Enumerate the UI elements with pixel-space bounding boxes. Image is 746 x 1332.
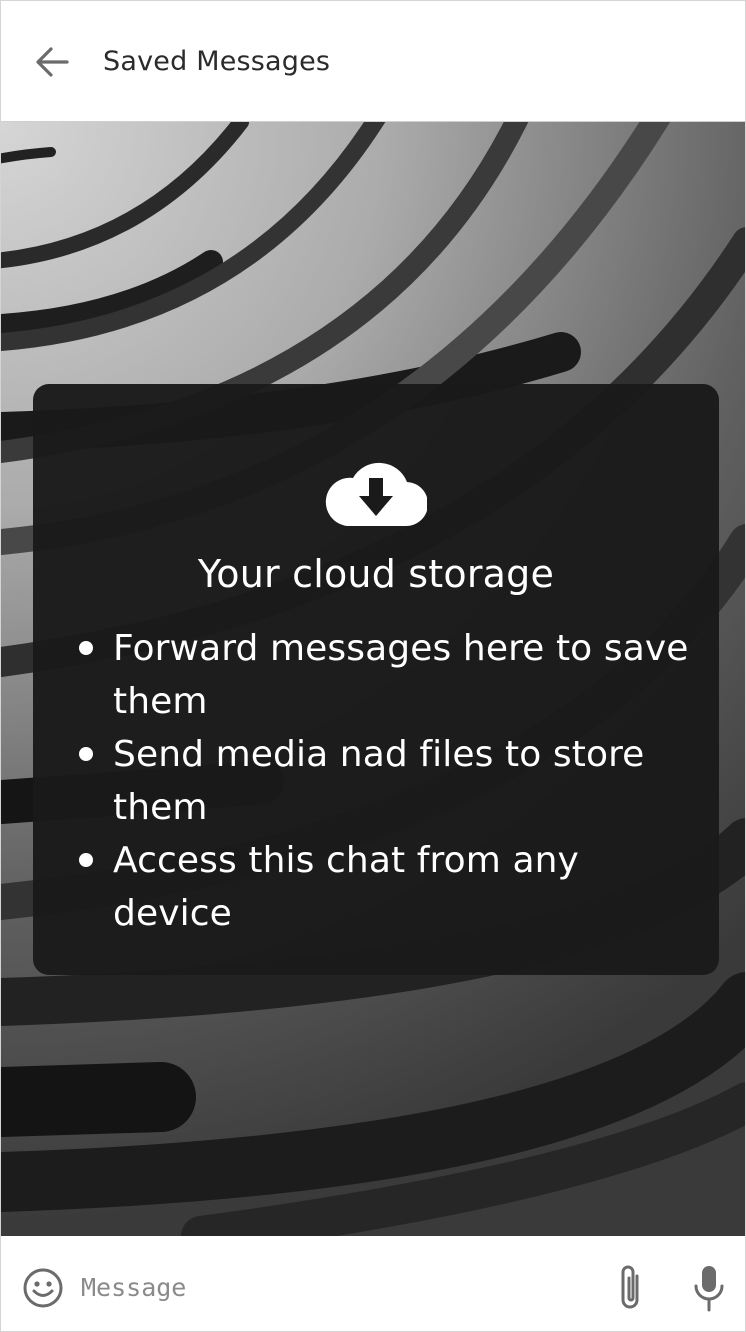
cloud-download-icon <box>325 462 427 527</box>
message-composer <box>1 1236 745 1331</box>
back-button[interactable] <box>29 41 75 83</box>
list-item: Forward messages here to save them <box>77 622 697 728</box>
list-item: Access this chat from any device <box>77 834 697 940</box>
chat-header: Saved Messages <box>1 1 745 122</box>
arrow-left-icon <box>36 47 69 77</box>
feature-list: Forward messages here to save them Send … <box>77 622 697 940</box>
microphone-icon[interactable] <box>691 1264 727 1314</box>
card-title: Your cloud storage <box>197 552 555 596</box>
smiley-icon[interactable] <box>21 1266 65 1310</box>
list-item: Send media nad files to store them <box>77 728 697 834</box>
app-window: Saved Messages Your cloud storage Forwar… <box>0 0 746 1332</box>
message-input[interactable] <box>81 1264 581 1310</box>
paperclip-icon[interactable] <box>613 1262 647 1314</box>
cloud-storage-card: Your cloud storage Forward messages here… <box>33 384 719 975</box>
chat-title[interactable]: Saved Messages <box>103 46 330 77</box>
